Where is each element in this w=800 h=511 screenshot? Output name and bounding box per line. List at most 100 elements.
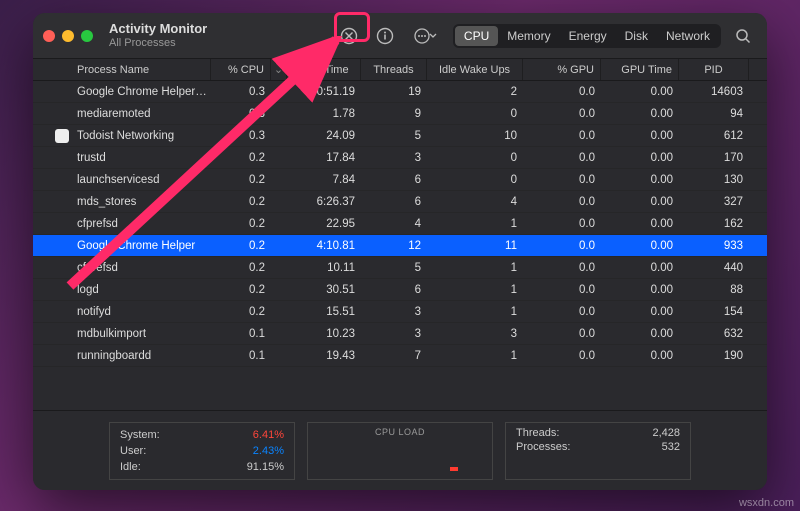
cell-idle-wakeups: 2 xyxy=(427,81,523,102)
cell-gpu-time: 0.00 xyxy=(601,103,679,124)
cpu-load-chart xyxy=(318,437,482,471)
cell-gpu-percent: 0.0 xyxy=(523,235,601,256)
cell-process-name: notifyd xyxy=(33,301,211,322)
table-row[interactable]: Google Chrome Helper0.24:10.8112110.00.0… xyxy=(33,235,767,257)
table-row[interactable]: cfprefsd0.210.11510.00.00440 xyxy=(33,257,767,279)
cell-cpu-time: 22.95 xyxy=(287,213,361,234)
cell-idle-wakeups: 1 xyxy=(427,213,523,234)
cell-gpu-time: 0.00 xyxy=(601,213,679,234)
cell-threads: 5 xyxy=(361,257,427,278)
inspect-process-button[interactable] xyxy=(371,24,399,48)
cell-process-name: mediaremoted xyxy=(33,103,211,124)
cell-cpu-percent: 0.2 xyxy=(211,257,271,278)
cell-process-name: mdbulkimport xyxy=(33,323,211,344)
cell-threads: 5 xyxy=(361,125,427,146)
col-threads[interactable]: Threads xyxy=(361,59,427,80)
cell-gpu-percent: 0.0 xyxy=(523,125,601,146)
activity-monitor-window: Activity Monitor All Processes CPU Memor… xyxy=(33,13,767,490)
table-row[interactable]: trustd0.217.84300.00.00170 xyxy=(33,147,767,169)
cell-gpu-time: 0.00 xyxy=(601,147,679,168)
table-row[interactable]: launchservicesd0.27.84600.00.00130 xyxy=(33,169,767,191)
cell-cpu-percent: 0.2 xyxy=(211,235,271,256)
window-subtitle: All Processes xyxy=(109,37,207,49)
cell-cpu-time: 24.09 xyxy=(287,125,361,146)
cell-gpu-time: 0.00 xyxy=(601,169,679,190)
cell-cpu-percent: 0.2 xyxy=(211,147,271,168)
counts-panel: Threads:2,428 Processes:532 xyxy=(505,422,691,480)
cell-idle-wakeups: 11 xyxy=(427,235,523,256)
user-value: 2.43% xyxy=(253,445,284,457)
col-gpu-time[interactable]: GPU Time xyxy=(601,59,679,80)
cell-cpu-time: 15.51 xyxy=(287,301,361,322)
cell-pid: 130 xyxy=(679,169,749,190)
search-button[interactable] xyxy=(729,24,757,48)
table-row[interactable]: mdbulkimport0.110.23330.00.00632 xyxy=(33,323,767,345)
table-row[interactable]: logd0.230.51610.00.0088 xyxy=(33,279,767,301)
cell-idle-wakeups: 1 xyxy=(427,257,523,278)
cell-gpu-time: 0.00 xyxy=(601,81,679,102)
cell-gpu-percent: 0.0 xyxy=(523,103,601,124)
cell-threads: 4 xyxy=(361,213,427,234)
cell-process-name: cfprefsd xyxy=(33,213,211,234)
cell-threads: 12 xyxy=(361,235,427,256)
cell-cpu-percent: 0.3 xyxy=(211,103,271,124)
table-row[interactable]: Google Chrome Helper…0.330:51.191920.00.… xyxy=(33,81,767,103)
col-gpu-percent[interactable]: % GPU xyxy=(523,59,601,80)
col-idle-wakeups[interactable]: Idle Wake Ups xyxy=(427,59,523,80)
table-row[interactable]: notifyd0.215.51310.00.00154 xyxy=(33,301,767,323)
table-row[interactable]: cfprefsd0.222.95410.00.00162 xyxy=(33,213,767,235)
col-cpu-percent[interactable]: % CPU xyxy=(211,59,271,80)
process-table-body[interactable]: Google Chrome Helper…0.330:51.191920.00.… xyxy=(33,81,767,410)
cell-pid: 327 xyxy=(679,191,749,212)
tab-memory[interactable]: Memory xyxy=(498,26,559,46)
cell-pid: 933 xyxy=(679,235,749,256)
cell-cpu-percent: 0.1 xyxy=(211,345,271,366)
cell-pid: 612 xyxy=(679,125,749,146)
cell-threads: 7 xyxy=(361,345,427,366)
cell-gpu-percent: 0.0 xyxy=(523,169,601,190)
processes-value: 532 xyxy=(662,441,680,453)
table-row[interactable]: runningboardd0.119.43710.00.00190 xyxy=(33,345,767,367)
cell-gpu-time: 0.00 xyxy=(601,323,679,344)
cell-cpu-percent: 0.2 xyxy=(211,213,271,234)
cell-idle-wakeups: 10 xyxy=(427,125,523,146)
table-row[interactable]: mds_stores0.26:26.37640.00.00327 xyxy=(33,191,767,213)
table-row[interactable]: Todoist Networking0.324.095100.00.00612 xyxy=(33,125,767,147)
cell-gpu-time: 0.00 xyxy=(601,345,679,366)
idle-label: Idle: xyxy=(120,461,141,473)
cell-cpu-percent: 0.2 xyxy=(211,169,271,190)
cell-gpu-time: 0.00 xyxy=(601,301,679,322)
col-process-name[interactable]: Process Name xyxy=(33,59,211,80)
cell-gpu-percent: 0.0 xyxy=(523,323,601,344)
zoom-window-button[interactable] xyxy=(81,30,93,42)
table-row[interactable]: mediaremoted0.31.78900.00.0094 xyxy=(33,103,767,125)
cell-cpu-time: 10.11 xyxy=(287,257,361,278)
sort-indicator-icon: ⌄ xyxy=(271,59,287,80)
col-pid[interactable]: PID xyxy=(679,59,749,80)
cell-idle-wakeups: 4 xyxy=(427,191,523,212)
close-window-button[interactable] xyxy=(43,30,55,42)
cell-process-name: cfprefsd xyxy=(33,257,211,278)
cell-threads: 6 xyxy=(361,169,427,190)
cell-process-name: Google Chrome Helper xyxy=(33,235,211,256)
tab-energy[interactable]: Energy xyxy=(560,26,616,46)
tab-disk[interactable]: Disk xyxy=(616,26,657,46)
threads-value: 2,428 xyxy=(652,427,680,439)
col-cpu-time[interactable]: CPU Time xyxy=(287,59,361,80)
tab-cpu[interactable]: CPU xyxy=(455,26,498,46)
cell-threads: 6 xyxy=(361,191,427,212)
cell-cpu-time: 6:26.37 xyxy=(287,191,361,212)
minimize-window-button[interactable] xyxy=(62,30,74,42)
app-icon xyxy=(55,129,69,143)
cell-idle-wakeups: 1 xyxy=(427,279,523,300)
cell-pid: 94 xyxy=(679,103,749,124)
cell-pid: 170 xyxy=(679,147,749,168)
cell-gpu-time: 0.00 xyxy=(601,279,679,300)
toolbar: Activity Monitor All Processes CPU Memor… xyxy=(33,13,767,59)
options-menu-button[interactable] xyxy=(407,24,445,48)
cell-cpu-time: 4:10.81 xyxy=(287,235,361,256)
cell-cpu-time: 10.23 xyxy=(287,323,361,344)
cell-process-name: trustd xyxy=(33,147,211,168)
tab-network[interactable]: Network xyxy=(657,26,719,46)
cell-pid: 162 xyxy=(679,213,749,234)
